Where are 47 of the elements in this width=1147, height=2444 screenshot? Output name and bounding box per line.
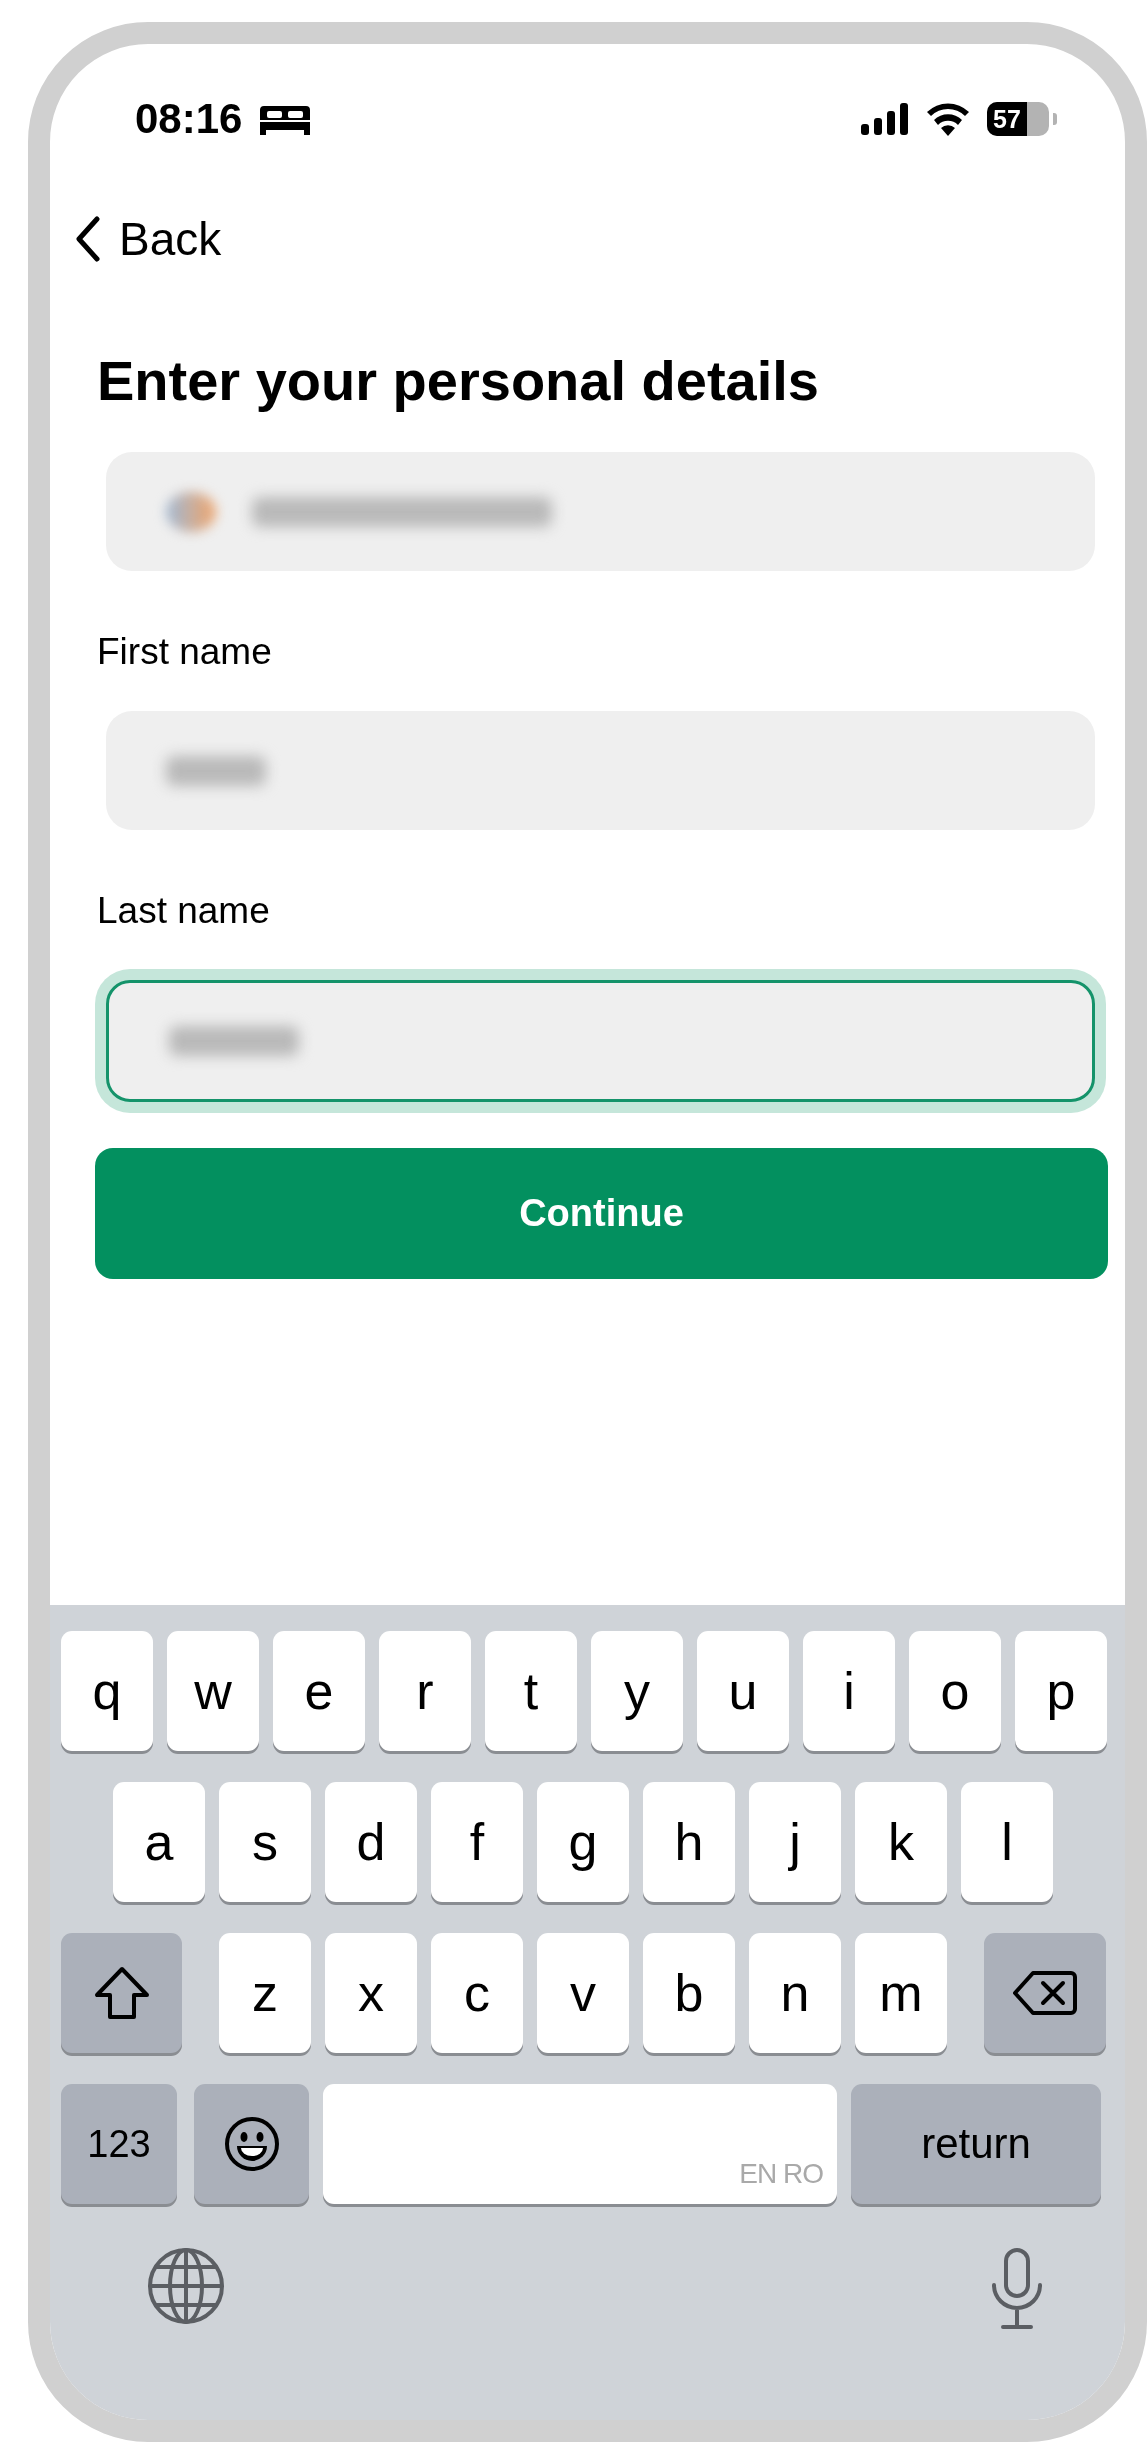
input-field[interactable]: [106, 711, 1095, 830]
letter-key[interactable]: l: [961, 1782, 1053, 1902]
letter-key[interactable]: t: [485, 1631, 577, 1751]
numbers-key[interactable]: 123: [61, 2084, 177, 2204]
letter-key[interactable]: d: [325, 1782, 417, 1902]
globe-icon[interactable]: [147, 2247, 225, 2325]
wifi-icon: [925, 102, 971, 136]
signal-icon: [861, 103, 909, 135]
field-label: Last name: [97, 889, 270, 933]
letter-key[interactable]: b: [643, 1933, 735, 2053]
backspace-icon: [1013, 1970, 1077, 2016]
letter-key[interactable]: x: [325, 1933, 417, 2053]
battery-level: 57: [987, 102, 1027, 136]
letter-key[interactable]: z: [219, 1933, 311, 2053]
letter-key[interactable]: u: [697, 1631, 789, 1751]
letter-key[interactable]: w: [167, 1631, 259, 1751]
input-field[interactable]: [106, 452, 1095, 571]
letter-key[interactable]: i: [803, 1631, 895, 1751]
letter-key[interactable]: m: [855, 1933, 947, 2053]
page-title: Enter your personal details: [97, 349, 819, 413]
chevron-left-icon: [75, 216, 101, 262]
status-time: 08:16: [135, 95, 243, 143]
letter-key[interactable]: g: [537, 1782, 629, 1902]
shift-key[interactable]: [61, 1933, 182, 2053]
letter-key[interactable]: c: [431, 1933, 523, 2053]
back-button[interactable]: Back: [75, 212, 222, 266]
letter-key[interactable]: s: [219, 1782, 311, 1902]
letter-key[interactable]: q: [61, 1631, 153, 1751]
letter-key[interactable]: p: [1015, 1631, 1107, 1751]
letter-key[interactable]: y: [591, 1631, 683, 1751]
letter-key[interactable]: h: [643, 1782, 735, 1902]
letter-key[interactable]: f: [431, 1782, 523, 1902]
letter-key[interactable]: j: [749, 1782, 841, 1902]
letter-key[interactable]: o: [909, 1631, 1001, 1751]
letter-key[interactable]: v: [537, 1933, 629, 2053]
letter-key[interactable]: n: [749, 1933, 841, 2053]
letter-key[interactable]: k: [855, 1782, 947, 1902]
microphone-icon[interactable]: [989, 2247, 1045, 2331]
delete-key[interactable]: [984, 1933, 1106, 2053]
return-key[interactable]: return: [851, 2084, 1101, 2204]
letter-key[interactable]: e: [273, 1631, 365, 1751]
smiley-icon: [223, 2116, 280, 2172]
field-label: First name: [97, 630, 272, 674]
letter-key[interactable]: a: [113, 1782, 205, 1902]
letter-key[interactable]: r: [379, 1631, 471, 1751]
continue-button[interactable]: Continue: [95, 1148, 1108, 1279]
emoji-key[interactable]: [194, 2084, 309, 2204]
